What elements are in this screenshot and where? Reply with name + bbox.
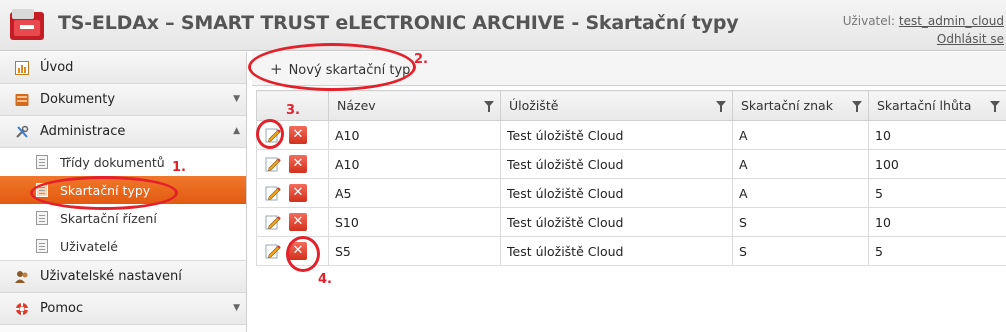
annotation-label: 2. <box>414 52 428 67</box>
main-content: + Nový skartační typ Název Úložiště Skart… <box>252 52 1006 332</box>
annotation-label: 4. <box>318 272 332 287</box>
cell-skartacni-znak: A <box>732 178 869 208</box>
sidebar-item-label: Úvod <box>40 60 74 75</box>
delete-icon[interactable]: ✕ <box>289 126 307 144</box>
cell-nazev: A5 <box>328 178 501 208</box>
cell-skartacni-lhuta: 5 <box>868 236 1006 266</box>
table-row[interactable]: ✕ S5 Test úložiště Cloud S 5 <box>256 236 1006 266</box>
skartacni-typy-table: Název Úložiště Skartační znak Skartační … <box>256 90 1006 266</box>
tools-icon <box>14 124 30 140</box>
table-row[interactable]: ✕ A10 Test úložiště Cloud A 100 <box>256 149 1006 179</box>
chart-icon <box>14 60 30 76</box>
sidebar-item-label: Dokumenty <box>40 92 116 107</box>
cell-nazev: A10 <box>328 149 501 179</box>
user-box: Uživatel: test_admin_cloud Odhlásit se <box>843 12 1004 48</box>
cell-uloziste: Test úložiště Cloud <box>500 207 733 237</box>
edit-icon[interactable] <box>265 185 281 201</box>
column-header-nazev[interactable]: Název <box>328 90 501 121</box>
sidebar-item-administrace[interactable]: Administrace ▲ <box>0 116 246 148</box>
delete-icon[interactable]: ✕ <box>289 184 307 202</box>
table-row[interactable]: ✕ S10 Test úložiště Cloud S 10 <box>256 207 1006 237</box>
sidebar-item-label: Administrace <box>40 124 126 139</box>
edit-icon[interactable] <box>265 156 281 172</box>
annotation-circle <box>256 119 284 149</box>
delete-icon[interactable]: ✕ <box>289 213 307 231</box>
sidebar-subitem-uzivatele[interactable]: Uživatelé <box>0 232 246 260</box>
filter-icon[interactable] <box>484 101 494 112</box>
documents-icon <box>14 92 30 108</box>
sidebar-item-dokumenty[interactable]: Dokumenty ▼ <box>0 84 246 116</box>
filter-icon[interactable] <box>716 101 726 112</box>
cell-skartacni-lhuta: 10 <box>868 207 1006 237</box>
delete-icon[interactable]: ✕ <box>289 155 307 173</box>
row-actions: ✕ <box>256 149 329 179</box>
cell-uloziste: Test úložiště Cloud <box>500 120 733 150</box>
sidebar-item-label: Pomoc <box>40 301 84 316</box>
cell-skartacni-lhuta: 100 <box>868 149 1006 179</box>
page-icon <box>36 239 48 253</box>
cell-nazev: A10 <box>328 120 501 150</box>
edit-icon[interactable] <box>265 243 281 259</box>
sidebar-item-uzivatelske-nastaveni[interactable]: Uživatelské nastavení <box>0 261 246 293</box>
cell-skartacni-znak: S <box>732 236 869 266</box>
annotation-circle <box>248 43 416 91</box>
annotation-label: 1. <box>172 160 186 175</box>
user-label: Uživatel: <box>842 14 896 28</box>
user-name-link[interactable]: test_admin_cloud <box>899 14 1004 28</box>
table-row[interactable]: ✕ A10 Test úložiště Cloud A 10 <box>256 120 1006 150</box>
row-actions: ✕ <box>256 178 329 208</box>
filter-icon[interactable] <box>852 101 862 112</box>
cell-uloziste: Test úložiště Cloud <box>500 236 733 266</box>
sidebar-subitem-tridy-dokumentu[interactable]: Třídy dokumentů <box>0 148 246 176</box>
annotation-label: 3. <box>286 103 300 118</box>
cell-skartacni-znak: A <box>732 120 869 150</box>
chevron-down-icon: ▼ <box>233 94 240 104</box>
app-header: TS-ELDAx – SMART TRUST eLECTRONIC ARCHIV… <box>0 0 1006 51</box>
sidebar-item-uvod[interactable]: Úvod <box>0 52 246 84</box>
chevron-down-icon: ▼ <box>233 303 240 313</box>
page-title: TS-ELDAx – SMART TRUST eLECTRONIC ARCHIV… <box>58 12 739 34</box>
app-logo-icon <box>10 9 44 40</box>
cell-skartacni-znak: A <box>732 149 869 179</box>
annotation-circle <box>30 176 178 210</box>
edit-icon[interactable] <box>265 214 281 230</box>
cell-nazev: S5 <box>328 236 501 266</box>
sidebar-item-pomoc[interactable]: Pomoc ▼ <box>0 293 246 325</box>
row-actions: ✕ <box>256 207 329 237</box>
cell-uloziste: Test úložiště Cloud <box>500 178 733 208</box>
annotation-circle <box>286 236 320 272</box>
column-header-skartacni-znak[interactable]: Skartační znak <box>732 90 869 121</box>
sidebar-subitem-label: Uživatelé <box>60 238 118 254</box>
sidebar-subitem-label: Třídy dokumentů <box>60 154 165 170</box>
cell-uloziste: Test úložiště Cloud <box>500 149 733 179</box>
cell-nazev: S10 <box>328 207 501 237</box>
table-row[interactable]: ✕ A5 Test úložiště Cloud A 5 <box>256 178 1006 208</box>
column-header-skartacni-lhuta[interactable]: Skartační lhůta <box>868 90 1006 121</box>
chevron-up-icon: ▲ <box>233 126 240 136</box>
lifebuoy-icon <box>14 301 30 317</box>
logout-link[interactable]: Odhlásit se <box>937 32 1004 46</box>
sidebar-item-label: Uživatelské nastavení <box>40 269 182 284</box>
column-header-uloziste[interactable]: Úložiště <box>500 90 733 121</box>
page-icon <box>36 211 48 225</box>
cell-skartacni-lhuta: 5 <box>868 178 1006 208</box>
filter-icon[interactable] <box>990 101 1000 112</box>
sidebar-subitem-label: Skartační řízení <box>60 210 157 226</box>
cell-skartacni-znak: S <box>732 207 869 237</box>
table-header-row: Název Úložiště Skartační znak Skartační … <box>256 90 1006 121</box>
page-icon <box>36 155 48 169</box>
users-icon <box>14 269 30 285</box>
cell-skartacni-lhuta: 10 <box>868 120 1006 150</box>
